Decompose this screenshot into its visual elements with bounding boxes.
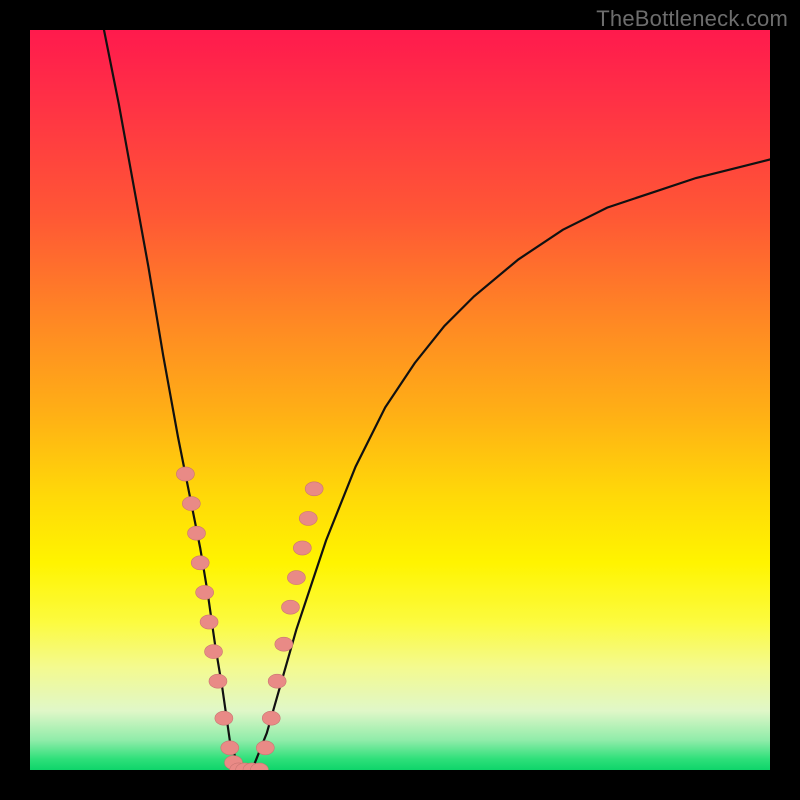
dot-1 — [182, 497, 200, 511]
curve-right_curve — [252, 160, 770, 771]
dot-0 — [176, 467, 194, 481]
curves-svg — [30, 30, 770, 770]
dot-22 — [299, 511, 317, 525]
chart-frame: TheBottleneck.com — [0, 0, 800, 800]
dot-3 — [191, 556, 209, 570]
dot-7 — [209, 674, 227, 688]
curve-paths — [104, 30, 770, 770]
dot-21 — [293, 541, 311, 555]
dot-4 — [196, 585, 214, 599]
curve-left_curve — [104, 30, 252, 770]
plot-area — [30, 30, 770, 770]
dot-17 — [268, 674, 286, 688]
dot-6 — [205, 645, 223, 659]
dot-20 — [287, 571, 305, 585]
dot-18 — [275, 637, 293, 651]
dot-15 — [256, 741, 274, 755]
dot-5 — [200, 615, 218, 629]
dot-19 — [281, 600, 299, 614]
watermark-text: TheBottleneck.com — [596, 6, 788, 32]
dot-9 — [221, 741, 239, 755]
dot-8 — [215, 711, 233, 725]
dot-23 — [305, 482, 323, 496]
dot-2 — [188, 526, 206, 540]
dot-16 — [262, 711, 280, 725]
